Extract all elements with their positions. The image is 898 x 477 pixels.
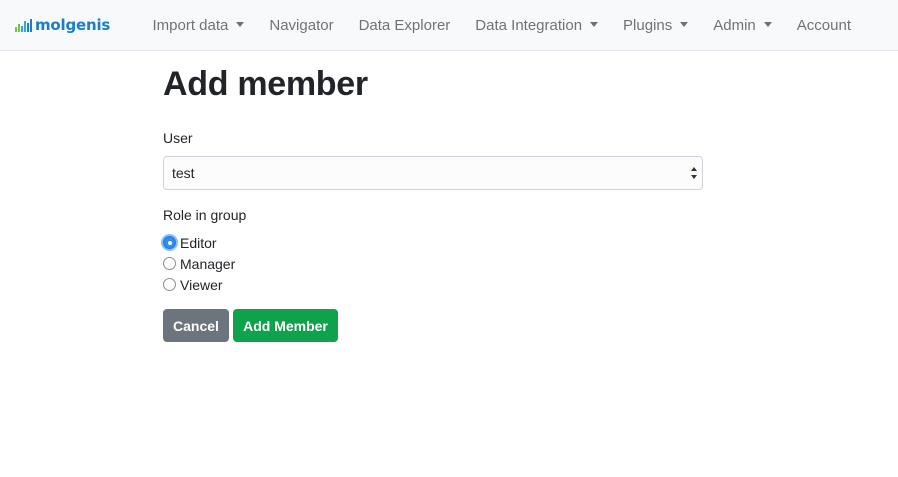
nav-item-admin[interactable]: Admin [701, 0, 785, 51]
top-navbar: molgenis Import data Navigator Data Expl… [0, 0, 898, 51]
role-label: Role in group [163, 207, 247, 223]
bar-chart-icon [15, 18, 33, 32]
nav-item-data-integration[interactable]: Data Integration [463, 0, 611, 51]
brand-name: molgenis [35, 15, 111, 34]
nav-item-label: Account [796, 16, 851, 34]
add-member-form: Add member User test Role in group Edito… [163, 52, 703, 342]
nav-item-label: Plugins [623, 16, 673, 34]
user-select-value: test [172, 165, 195, 181]
nav-item-plugins[interactable]: Plugins [611, 0, 701, 51]
nav-item-label: Data Integration [475, 16, 583, 34]
nav-item-import-data[interactable]: Import data [140, 0, 257, 51]
nav-item-label: Navigator [269, 16, 334, 34]
form-buttons: Cancel Add Member [163, 309, 703, 342]
user-select[interactable]: test [163, 156, 703, 190]
caret-down-icon [236, 21, 245, 27]
radio-label: Viewer [180, 276, 223, 293]
nav-item-label: Import data [152, 16, 229, 34]
nav-item-label: Data Explorer [358, 16, 451, 34]
role-option-editor[interactable]: Editor [163, 232, 703, 253]
radio-manager[interactable] [163, 257, 176, 270]
caret-down-icon [590, 21, 599, 27]
caret-down-icon [680, 21, 689, 27]
caret-down-icon [763, 21, 772, 27]
role-radio-group: Editor Manager Viewer [163, 232, 703, 295]
cancel-button[interactable]: Cancel [163, 309, 229, 342]
add-member-button[interactable]: Add Member [233, 309, 338, 342]
nav-item-data-explorer[interactable]: Data Explorer [346, 0, 463, 51]
page-title: Add member [163, 65, 368, 103]
radio-viewer[interactable] [163, 278, 176, 291]
radio-label: Editor [180, 234, 217, 251]
select-arrows-icon [691, 167, 697, 179]
role-option-viewer[interactable]: Viewer [163, 274, 703, 295]
role-option-manager[interactable]: Manager [163, 253, 703, 274]
nav-item-account[interactable]: Account [784, 0, 863, 51]
user-label: User [163, 130, 193, 146]
nav-item-navigator[interactable]: Navigator [257, 0, 346, 51]
radio-label: Manager [180, 255, 236, 272]
radio-editor[interactable] [163, 236, 176, 249]
nav-item-label: Admin [713, 16, 756, 34]
nav-links: Import data Navigator Data Explorer Data… [140, 0, 863, 51]
brand-logo[interactable]: molgenis [15, 15, 125, 34]
